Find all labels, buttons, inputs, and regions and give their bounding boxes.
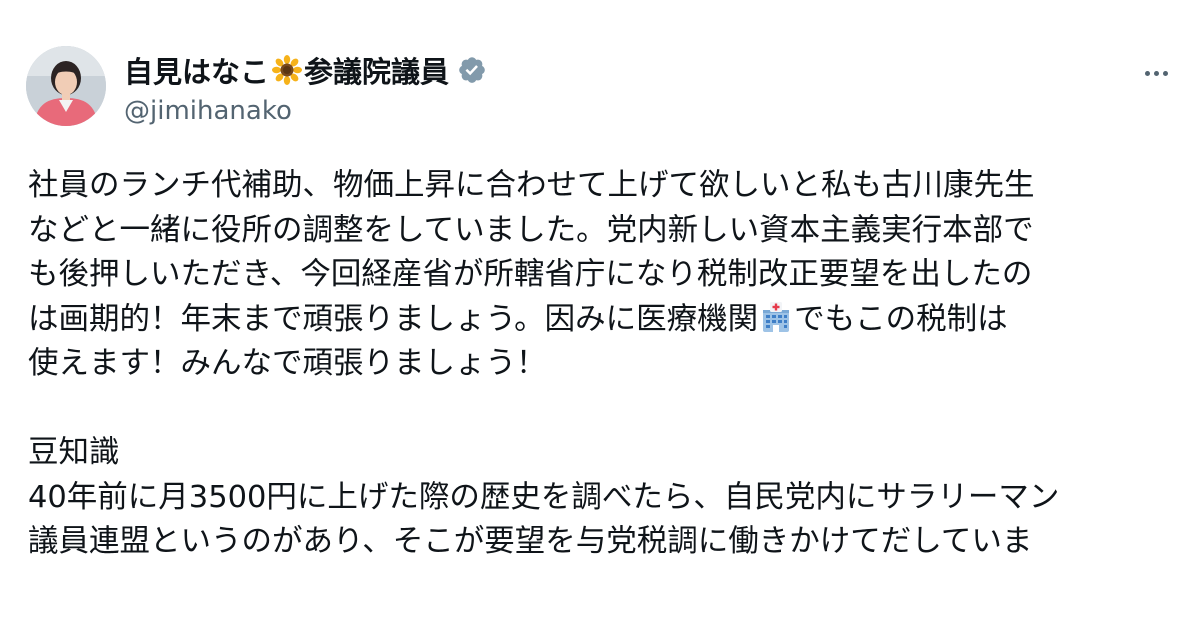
sunflower-icon xyxy=(272,55,303,85)
tweet-header: 自見はなこ 参議院議員 @jimihanako xyxy=(26,46,1176,136)
text-line: 使えます！みんなで頑張りましょう！ xyxy=(28,346,547,381)
text-line: 社員のランチ代補助、物価上昇に合わせて上げて欲しいと私も古川康先生 xyxy=(28,168,1035,203)
more-options-icon[interactable] xyxy=(1136,58,1176,88)
tweet-card: 自見はなこ 参議院議員 @jimihanako 社員のランチ代補助、物価上昇に合… xyxy=(0,0,1200,630)
text-line: などと一緒に役所の調整をしていました。党内新しい資本主義実行本部で xyxy=(28,212,1034,248)
verified-badge-icon[interactable] xyxy=(457,55,487,85)
display-name[interactable]: 自見はなこ xyxy=(124,49,269,91)
user-handle[interactable]: @jimihanako xyxy=(124,96,487,126)
name-row: 自見はなこ 参議院議員 xyxy=(124,50,487,90)
title-suffix[interactable]: 参議院議員 xyxy=(304,49,449,91)
text-line: 40年前に月3500円に上げた際の歴史を調べたら、自民党内にサラリーマン xyxy=(28,479,1060,515)
text-segment: は画期的！年末まで頑張りましょう。因みに医療機関 xyxy=(28,301,759,337)
text-line: も後押しいただき、今回経産省が所轄省庁になり税制改正要望を出したの xyxy=(28,257,1033,292)
text-line: 議員連盟というのがあり、そこが要望を与党税調に働きかけてだしていま xyxy=(28,524,1033,559)
text-segment: でもこの税制は xyxy=(794,301,1008,337)
avatar[interactable] xyxy=(26,46,106,126)
tweet-text: 社員のランチ代補助、物価上昇に合わせて上げて欲しいと私も古川康先生 などと一緒に… xyxy=(28,164,1178,565)
section-heading: 豆知識 xyxy=(28,435,120,470)
hospital-icon xyxy=(760,301,792,333)
text-line-with-emoji: は画期的！年末まで頑張りましょう。因みに医療機関 でもこの税制は xyxy=(28,298,1178,343)
author-block: 自見はなこ 参議院議員 @jimihanako xyxy=(124,50,487,126)
